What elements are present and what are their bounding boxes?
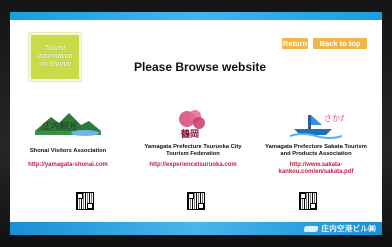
bottom-footer-bar: 庄内空港ビル㈱ (10, 222, 382, 235)
org-name: Shonai Visitors Association (29, 147, 107, 154)
svg-text:さかた: さかた (324, 114, 344, 123)
org-website-link[interactable]: http://yamagata-shonai.com (12, 162, 124, 169)
tsuruoka-logo: 鶴岡 (173, 107, 213, 140)
qr-code-sakata[interactable] (299, 192, 317, 210)
svg-text:鶴岡: 鶴岡 (181, 128, 199, 139)
qr-code-tsuruoka[interactable] (187, 192, 205, 210)
return-button[interactable]: Return (282, 38, 308, 49)
page-title: Please Browse website (133, 60, 267, 74)
shonai-logo: 庄内観光 (33, 107, 103, 139)
footer-text: 庄内空港ビル㈱ (321, 224, 376, 233)
airport-logo-icon (304, 226, 319, 233)
crane-flower-logo-icon: 鶴岡 (179, 110, 205, 140)
footer-label: 庄内空港ビル㈱ (304, 222, 376, 235)
ship-logo-icon: さかた (289, 114, 348, 139)
org-card-shonai: 庄内観光 Shonai Visitors Association http://… (12, 107, 124, 169)
mountain-logo-icon: 庄内観光 (35, 113, 101, 136)
org-name: Yamagata Prefecture Sakata Tourism and P… (265, 144, 367, 157)
org-card-sakata: さかた Yamagata Prefecture Sakata Tourism a… (260, 107, 372, 176)
org-website-link[interactable]: http://experiencetsuruoka.com (137, 162, 249, 169)
back-to-top-button[interactable]: Back to top (313, 38, 367, 49)
org-name: Yamagata Prefecture Tsuruoka City Touris… (144, 144, 242, 157)
svg-text:庄内観光: 庄内観光 (41, 121, 78, 132)
qr-code-shonai[interactable] (76, 192, 94, 210)
sakata-logo: さかた (288, 107, 348, 139)
tourist-info-tile[interactable]: Tourist Information on Shonai (28, 32, 82, 82)
org-card-tsuruoka: 鶴岡 Yamagata Prefecture Tsuruoka City Tou… (137, 107, 249, 169)
tourist-info-label: Tourist Information on Shonai (37, 45, 73, 68)
top-accent-bar (10, 12, 382, 20)
kiosk-screen: Tourist Information on Shonai Please Bro… (10, 12, 382, 235)
org-website-link[interactable]: http://www.sakata-kankou.com/en/sakata.p… (260, 162, 372, 176)
